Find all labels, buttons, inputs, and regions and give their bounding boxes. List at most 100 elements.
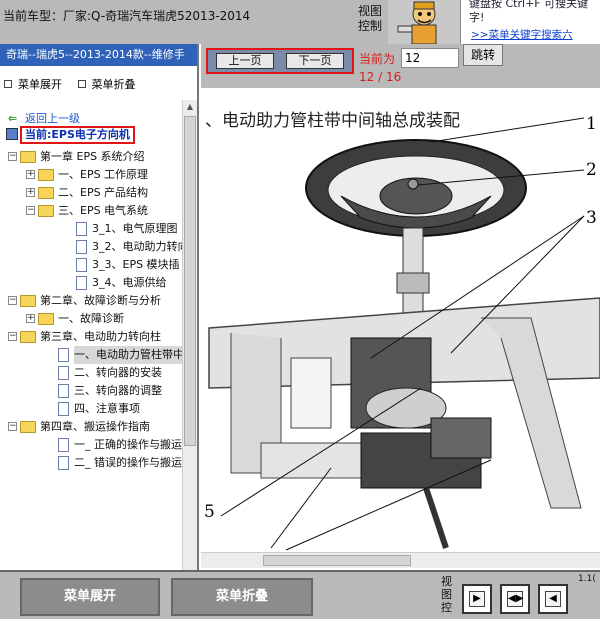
- tree-node-label: 第三章、电动助力转向柱: [40, 330, 161, 343]
- sidebar-scroll-thumb[interactable]: [184, 116, 196, 446]
- tree-node-label: 二、EPS 产品结构: [58, 186, 149, 199]
- tree-node-label: 三、转向器的调整: [74, 384, 162, 397]
- back-link[interactable]: ⇐ 返回上一级: [8, 110, 80, 126]
- page-icon: [76, 276, 87, 290]
- tree-node[interactable]: 3_2、电动助力转向: [0, 238, 189, 256]
- page-icon: [58, 384, 69, 398]
- expand-node-icon[interactable]: +: [26, 188, 35, 197]
- folder-icon: [38, 169, 54, 181]
- tree-node-label: 四、注意事项: [74, 402, 140, 415]
- tree-node[interactable]: + 二、EPS 产品结构: [0, 184, 182, 202]
- tree-node-label: 3_3、EPS 模块插: [92, 258, 180, 271]
- version-label: 1.1(: [578, 574, 596, 584]
- tree-node[interactable]: − 第二章、故障诊断与分析: [0, 292, 182, 310]
- tree-node[interactable]: − 第四章、搬运操作指南: [0, 418, 182, 436]
- tree-node[interactable]: 3_1、电气原理图: [0, 220, 182, 238]
- book-icon: [6, 128, 18, 140]
- tree-node[interactable]: 四、注意事项: [0, 400, 182, 418]
- folder-icon: [20, 421, 36, 433]
- page-count: 12 / 16: [359, 70, 402, 84]
- current-page-prefix: 当前为: [359, 52, 396, 66]
- folder-icon: [20, 331, 36, 343]
- next-page-button[interactable]: 下一页: [286, 53, 344, 69]
- panel-split-icon: ◀▶: [507, 591, 523, 607]
- pager-group: 上一页 下一页: [206, 48, 354, 74]
- view-right-button[interactable]: ◀: [538, 584, 568, 614]
- sidebar-vertical-scrollbar[interactable]: ▲ ▼: [182, 100, 197, 570]
- document-view: 、电动助力管柱带中间轴总成装配 1 2 3 5: [201, 88, 600, 552]
- callout-3: 3: [586, 208, 597, 228]
- back-arrow-icon: ⇐: [8, 112, 18, 125]
- tree-node-label: 一、电动助力管柱带中: [74, 346, 184, 364]
- tree-node[interactable]: 一、电动助力管柱带中: [0, 346, 184, 364]
- page-icon: [76, 222, 87, 236]
- page-icon: [58, 438, 69, 452]
- collapse-node-icon[interactable]: −: [8, 296, 17, 305]
- view-left-button[interactable]: ▶: [462, 584, 492, 614]
- tree-collapse-button[interactable]: 菜单折叠: [77, 78, 136, 91]
- tree-node[interactable]: + 一、故障诊断: [0, 310, 182, 328]
- top-bar: 当前车型：厂家:Q-奇瑞汽车瑞虎52013-2014 视图控制 键盘按 Ctrl…: [0, 0, 600, 44]
- collapse-node-icon[interactable]: −: [8, 422, 17, 431]
- page-number-input[interactable]: [401, 48, 459, 68]
- collapse-node-icon[interactable]: −: [8, 332, 17, 341]
- view-split-button[interactable]: ◀▶: [500, 584, 530, 614]
- tree-node-label: 3_1、电气原理图: [92, 222, 178, 235]
- tree-node-label: 二、转向器的安装: [74, 366, 162, 379]
- view-control-bottom-label: 视图控: [441, 575, 452, 614]
- page-icon: [76, 258, 87, 272]
- tree-node[interactable]: − 三、EPS 电气系统: [0, 202, 182, 220]
- collapse-node-icon[interactable]: −: [26, 206, 35, 215]
- view-control-label: 视图控制: [358, 4, 383, 33]
- scroll-up-icon[interactable]: ▲: [185, 102, 195, 112]
- expand-icon: [4, 80, 12, 88]
- tree-node[interactable]: 一_ 正确的操作与搬运: [0, 436, 182, 454]
- back-label: 返回上一级: [25, 112, 80, 125]
- tree-node[interactable]: 3_3、EPS 模块插: [0, 256, 182, 274]
- collapse-node-icon[interactable]: −: [8, 152, 17, 161]
- tree-node-label: 二_ 错误的操作与搬运: [74, 456, 182, 469]
- tree-node[interactable]: 三、转向器的调整: [0, 382, 182, 400]
- document-horizontal-scrollbar[interactable]: [201, 552, 600, 568]
- page-icon: [76, 240, 87, 254]
- tree-node-label: 3_4、电源供给: [92, 276, 167, 289]
- expand-node-icon[interactable]: +: [26, 170, 35, 179]
- tree-node[interactable]: − 第一章 EPS 系统介绍: [0, 148, 182, 166]
- page-icon: [58, 456, 69, 470]
- jump-button[interactable]: 跳转: [463, 44, 503, 66]
- document-scroll-thumb[interactable]: [263, 555, 411, 566]
- tree-node-label: 第二章、故障诊断与分析: [40, 294, 161, 307]
- tree-node-label: 3_2、电动助力转向: [92, 240, 189, 253]
- search-hint-panel: 键盘按 Ctrl+F 可搜关键字! >>菜单关键字搜索六: [460, 0, 600, 44]
- tree-node-label: 第一章 EPS 系统介绍: [40, 150, 145, 163]
- expand-node-icon[interactable]: +: [26, 314, 35, 323]
- folder-icon: [38, 187, 54, 199]
- tree-node[interactable]: − 第三章、电动助力转向柱: [0, 328, 182, 346]
- page-icon: [58, 348, 69, 362]
- page-icon: [58, 366, 69, 380]
- callout-5: 5: [204, 502, 215, 522]
- collapse-icon: [77, 80, 86, 88]
- menu-collapse-button[interactable]: 菜单折叠: [171, 578, 313, 616]
- tree-node[interactable]: 3_4、电源供给: [0, 274, 182, 292]
- tree-node[interactable]: + 一、EPS 工作原理: [0, 166, 182, 184]
- folder-icon: [20, 295, 36, 307]
- callout-1: 1: [586, 114, 597, 134]
- tree-node[interactable]: 二、转向器的安装: [0, 364, 182, 382]
- tree-node-label: 第四章、搬运操作指南: [40, 420, 150, 433]
- car-model-label: 当前车型：厂家:Q-奇瑞汽车瑞虎52013-2014: [3, 9, 251, 23]
- steering-column-diagram: [208, 117, 600, 551]
- tree-controls: 菜单展开 菜单折叠: [4, 76, 148, 92]
- menu-expand-button[interactable]: 菜单展开: [20, 578, 160, 616]
- folder-icon: [38, 313, 54, 325]
- tree-collapse-label: 菜单折叠: [91, 78, 136, 91]
- tree-node[interactable]: 二_ 错误的操作与搬运: [0, 454, 182, 472]
- keyword-search-link[interactable]: >>菜单关键字搜索六: [471, 27, 573, 42]
- prev-page-button[interactable]: 上一页: [216, 53, 274, 69]
- tree-node-label: 一_ 正确的操作与搬运: [74, 438, 182, 451]
- mascot-icon: [388, 0, 460, 44]
- sidebar: 奇瑞--瑞虎5--2013-2014款--维修手 菜单展开 菜单折叠 ⇐ 返回上一…: [0, 44, 199, 570]
- tree-expand-button[interactable]: 菜单展开: [4, 78, 62, 91]
- folder-icon: [38, 205, 54, 217]
- tree-node-label: 一、故障诊断: [58, 312, 124, 325]
